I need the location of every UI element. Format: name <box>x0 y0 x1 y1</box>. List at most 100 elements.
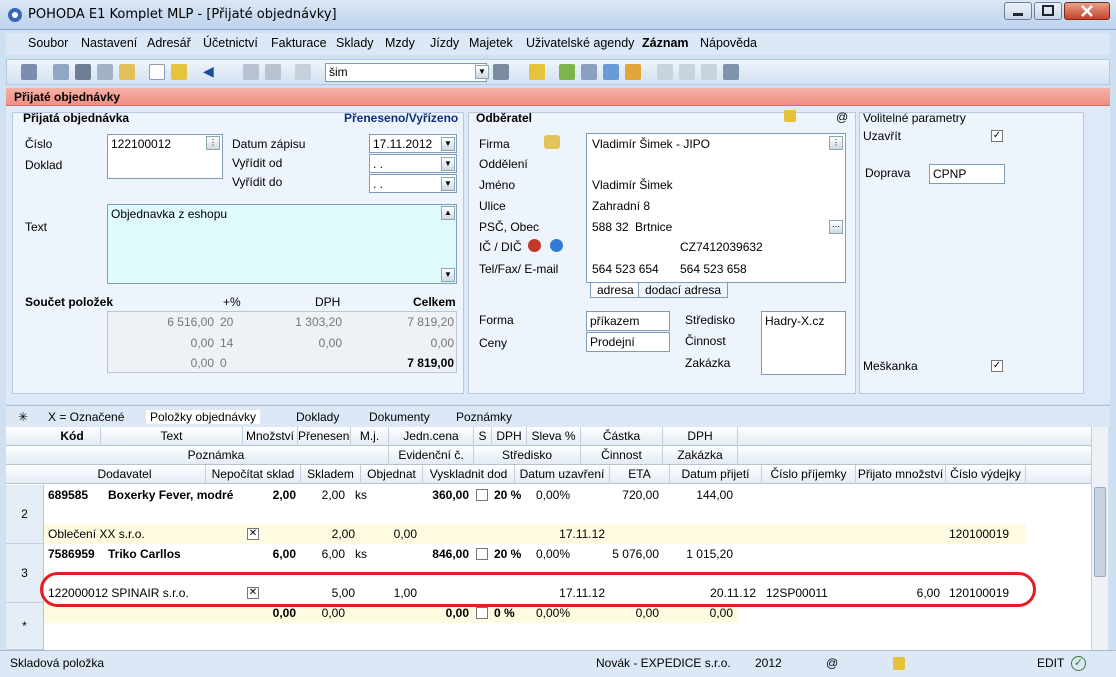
col-skladem[interactable]: Skladem <box>301 465 361 484</box>
list-icon[interactable] <box>679 64 695 80</box>
report-icon[interactable] <box>119 64 135 80</box>
cell-s-checkbox[interactable] <box>476 548 488 560</box>
close-button[interactable] <box>1064 2 1110 20</box>
col-zakazka[interactable]: Zakázka <box>663 446 738 465</box>
copy-icon[interactable] <box>53 64 69 80</box>
cell-nepocitat-checkbox[interactable]: ✕ <box>247 528 259 540</box>
col-poznamka[interactable]: Poznámka <box>44 446 389 465</box>
col-vyskladnit-dod[interactable]: Vyskladnit dod <box>423 465 515 484</box>
maximize-button[interactable] <box>1034 2 1062 20</box>
cislo-picker-icon[interactable]: ⋮ <box>206 136 220 150</box>
col-datum-prijeti[interactable]: Datum přijetí <box>670 465 762 484</box>
col-prijato-mnozstvi[interactable]: Přijato množství <box>856 465 946 484</box>
tab-polozky-objednavky[interactable]: Položky objednávky <box>146 410 261 424</box>
back-arrow-icon[interactable]: ◀ <box>203 64 219 80</box>
doprava-field[interactable]: CPNP <box>929 164 1005 184</box>
menu-mzdy[interactable]: Mzdy <box>385 36 415 50</box>
email-at-icon[interactable]: @ <box>836 110 848 124</box>
menu-adresar[interactable]: Adresář <box>147 36 191 50</box>
col-mnozstvi[interactable]: Množství <box>243 427 298 446</box>
info-icon[interactable] <box>528 239 541 252</box>
print-icon[interactable] <box>75 64 91 80</box>
menu-jizdy[interactable]: Jízdy <box>430 36 459 50</box>
search-dropdown-icon[interactable]: ▼ <box>475 65 489 79</box>
edit-icon[interactable] <box>171 64 187 80</box>
col-cislo-prijemky[interactable]: Číslo příjemky <box>762 465 856 484</box>
tab-doklady[interactable]: Doklady <box>296 410 339 424</box>
col-eta[interactable]: ETA <box>610 465 670 484</box>
new-record-icon[interactable] <box>149 64 165 80</box>
col-jedn-cena[interactable]: Jedn.cena <box>389 427 474 446</box>
vyridit-do-dropdown-icon[interactable]: ▼ <box>441 177 455 191</box>
menu-ucetnictvi[interactable]: Účetnictví <box>203 36 258 50</box>
status-email-icon[interactable]: @ <box>826 656 838 670</box>
save-icon[interactable] <box>243 64 259 80</box>
scrollbar-thumb[interactable] <box>1094 487 1106 577</box>
col-evidencni-cislo[interactable]: Evidenční č. <box>389 446 474 465</box>
calculator-icon[interactable] <box>581 64 597 80</box>
new-row-marker[interactable]: * <box>6 603 44 650</box>
internet-icon[interactable] <box>550 239 563 252</box>
col-datum-uzavreni[interactable]: Datum uzavření <box>515 465 610 484</box>
vyridit-od-dropdown-icon[interactable]: ▼ <box>441 157 455 171</box>
row-number[interactable]: 2 <box>6 485 44 544</box>
search-input[interactable]: šim <box>325 63 487 82</box>
datum-zapisu-dropdown-icon[interactable]: ▼ <box>441 137 455 151</box>
folder-icon[interactable] <box>529 64 545 80</box>
minimize-button[interactable] <box>1004 2 1032 20</box>
stredisko-box[interactable]: Hadry-X.cz <box>761 311 846 375</box>
col-mj[interactable]: M.j. <box>351 427 389 446</box>
filter-icon[interactable] <box>493 64 509 80</box>
menu-soubor[interactable]: Soubor <box>28 36 68 50</box>
firma-picker-icon[interactable]: ⋮ <box>829 136 843 150</box>
grid-vertical-scrollbar[interactable] <box>1091 427 1108 650</box>
clipboard-icon[interactable] <box>295 64 311 80</box>
text-field[interactable]: Objednavka z eshopu <box>107 204 457 284</box>
col-nepocitat-sklad[interactable]: Nepočítat sklad <box>206 465 301 484</box>
menu-majetek[interactable]: Majetek <box>469 36 513 50</box>
tab-dodaci-adresa[interactable]: dodací adresa <box>638 283 729 298</box>
ceny-field[interactable]: Prodejní <box>586 332 670 352</box>
col-cislo-vydejky[interactable]: Číslo výdejky <box>946 465 1026 484</box>
new-cell-s-checkbox[interactable] <box>476 607 488 619</box>
address-book-icon[interactable] <box>544 135 560 149</box>
menu-napoveda[interactable]: Nápověda <box>700 36 757 50</box>
menu-nastaveni[interactable]: Nastavení <box>81 36 137 50</box>
row-number[interactable]: 3 <box>6 544 44 603</box>
meskanka-checkbox[interactable]: ✓ <box>991 360 1003 372</box>
lock-icon[interactable] <box>784 110 796 122</box>
menu-uzivatelske-agendy[interactable]: Uživatelské agendy <box>526 36 634 50</box>
uzavrit-checkbox[interactable]: ✓ <box>991 130 1003 142</box>
tab-oznacene[interactable]: X = Označené <box>48 410 124 424</box>
col-preneseno[interactable]: Přeneseno <box>298 427 351 446</box>
col-dph[interactable]: DPH <box>492 427 527 446</box>
ic-dic-label[interactable]: IČ / DIČ <box>479 240 522 254</box>
col-text[interactable]: Text <box>101 427 243 446</box>
col-dodavatel[interactable]: Dodavatel <box>44 465 206 484</box>
exit-icon[interactable] <box>21 64 37 80</box>
text-scroll-up-icon[interactable]: ▲ <box>441 206 455 220</box>
tab-pin-icon[interactable]: ✳ <box>18 410 28 424</box>
col-s[interactable]: S <box>474 427 492 446</box>
save-as-icon[interactable] <box>265 64 281 80</box>
tab-dokumenty[interactable]: Dokumenty <box>369 410 430 424</box>
col-sleva[interactable]: Sleva % <box>527 427 581 446</box>
menu-fakturace[interactable]: Fakturace <box>271 36 327 50</box>
print-preview-icon[interactable] <box>97 64 113 80</box>
obec-picker-icon[interactable]: ⋯ <box>829 220 843 234</box>
help-icon[interactable] <box>723 64 739 80</box>
col-kod[interactable]: Kód <box>44 427 101 446</box>
text-scroll-down-icon[interactable]: ▼ <box>441 268 455 282</box>
document-icon[interactable] <box>657 64 673 80</box>
forma-field[interactable]: příkazem <box>586 311 670 331</box>
tab-adresa[interactable]: adresa <box>590 283 641 298</box>
col-objednat[interactable]: Objednat <box>361 465 423 484</box>
table-icon[interactable] <box>603 64 619 80</box>
menu-sklady[interactable]: Sklady <box>336 36 374 50</box>
note-icon[interactable] <box>701 64 717 80</box>
coins-icon[interactable] <box>625 64 641 80</box>
col-stredisko[interactable]: Středisko <box>474 446 581 465</box>
col-castka[interactable]: Částka <box>581 427 663 446</box>
cell-s-checkbox[interactable] <box>476 489 488 501</box>
status-lock-icon[interactable] <box>893 657 905 670</box>
